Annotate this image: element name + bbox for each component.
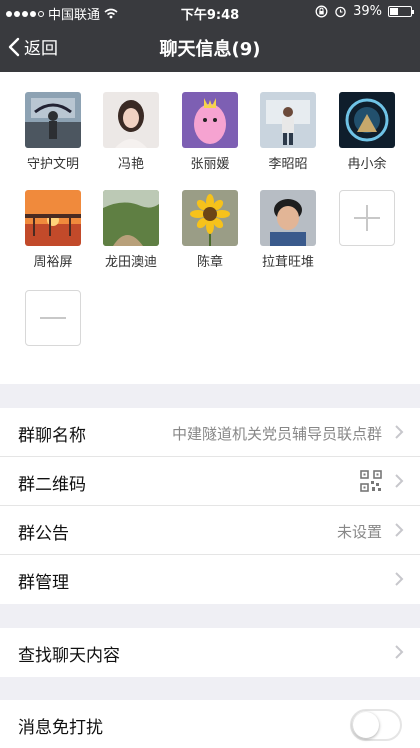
group-name-cell[interactable]: 群聊名称 中建隧道机关党员辅导员联点群 [0, 408, 420, 457]
mute-cell: 消息免打扰 [0, 700, 420, 748]
member-item[interactable]: 龙田澳迪 [96, 190, 166, 270]
avatar [260, 190, 316, 246]
page-title: 聊天信息(9) [159, 39, 261, 60]
member-item[interactable]: 拉茸旺堆 [253, 190, 323, 270]
plus-icon [354, 205, 380, 231]
chevron-right-icon [395, 572, 404, 586]
member-name: 拉茸旺堆 [261, 255, 314, 270]
avatar [103, 92, 159, 148]
member-name: 李昭昭 [268, 157, 308, 172]
search-section: 查找聊天内容 [0, 628, 420, 677]
avatar [25, 92, 81, 148]
nav-bar: 返回 聊天信息(9) [0, 24, 420, 72]
member-item[interactable]: 李昭昭 [253, 92, 323, 172]
avatar [339, 92, 395, 148]
member-item[interactable]: 守护文明 [18, 92, 88, 172]
qr-code-icon [360, 470, 382, 492]
chevron-right-icon [395, 645, 404, 659]
battery-percent: 39% [353, 4, 382, 19]
group-notice-value: 未设置 [336, 523, 382, 541]
remove-member-button[interactable] [25, 290, 81, 346]
group-settings-section: 群聊名称 中建隧道机关党员辅导员联点群 群二维码 群公告 未设置 群管理 [0, 408, 420, 604]
member-item[interactable]: 冯艳 [96, 92, 166, 172]
search-chat-cell[interactable]: 查找聊天内容 [0, 628, 420, 677]
avatar [182, 190, 238, 246]
member-name: 龙田澳迪 [104, 255, 157, 270]
group-name-label: 群聊名称 [18, 426, 86, 446]
alarm-icon [335, 6, 346, 18]
toggle-knob [353, 712, 379, 738]
member-name: 冉小余 [347, 157, 387, 172]
mute-label: 消息免打扰 [18, 718, 103, 738]
search-chat-label: 查找聊天内容 [18, 646, 120, 666]
avatar [182, 92, 238, 148]
group-notice-cell[interactable]: 群公告 未设置 [0, 506, 420, 555]
chevron-right-icon [395, 474, 404, 488]
group-qr-cell[interactable]: 群二维码 [0, 457, 420, 506]
member-name: 守护文明 [26, 157, 79, 172]
chevron-right-icon [395, 523, 404, 537]
members-grid: 守护文明 冯艳 张丽媛 李昭昭 冉小余 周裕屏 龙田澳迪 陈章 拉茸旺堆 [0, 72, 420, 384]
member-item[interactable]: 周裕屏 [18, 190, 88, 270]
rotation-lock-icon [315, 5, 328, 18]
mute-section: 消息免打扰 [0, 700, 420, 748]
add-member-button[interactable] [339, 190, 395, 246]
member-name: 周裕屏 [33, 255, 73, 270]
avatar [260, 92, 316, 148]
status-bar: 中国联通 下午9:48 39% [0, 0, 420, 24]
avatar [103, 190, 159, 246]
group-name-value: 中建隧道机关党员辅导员联点群 [171, 425, 382, 443]
minus-icon [40, 317, 66, 319]
battery-level [390, 8, 398, 15]
battery-icon [388, 6, 414, 17]
mute-toggle[interactable] [350, 709, 402, 741]
member-item[interactable]: 冉小余 [332, 92, 402, 172]
group-manage-label: 群管理 [18, 573, 69, 593]
group-qr-label: 群二维码 [18, 475, 86, 495]
status-right: 39% [315, 4, 414, 19]
avatar [25, 190, 81, 246]
group-manage-cell[interactable]: 群管理 [0, 555, 420, 604]
group-notice-label: 群公告 [18, 524, 69, 544]
chevron-right-icon [395, 425, 404, 439]
member-item[interactable]: 陈章 [175, 190, 245, 270]
member-name: 冯艳 [117, 157, 144, 172]
member-item[interactable]: 张丽媛 [175, 92, 245, 172]
member-name: 陈章 [196, 255, 223, 270]
member-name: 张丽媛 [190, 157, 230, 172]
